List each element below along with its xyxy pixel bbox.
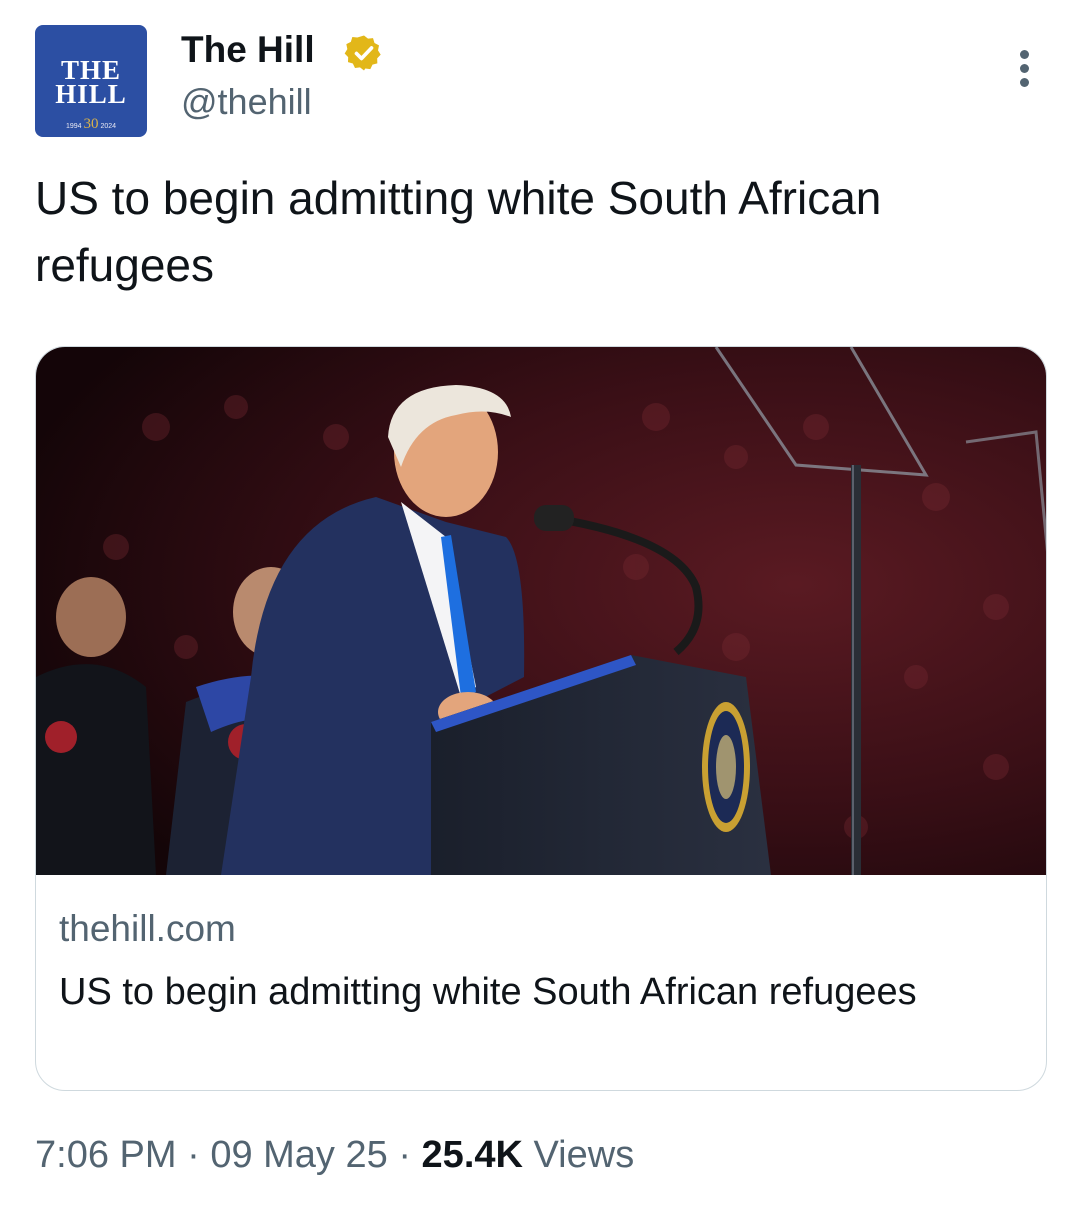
logo-anniversary: 30 <box>83 116 99 132</box>
tweet-meta: 7:06 PM · 09 May 25 · 25.4K Views <box>35 1133 634 1179</box>
link-card[interactable]: thehill.com US to begin admitting white … <box>35 346 1047 1091</box>
display-name[interactable]: The Hill <box>181 29 315 71</box>
handle[interactable]: @thehill <box>181 82 312 122</box>
views-label[interactable]: Views <box>534 1134 635 1176</box>
news-photo-image[interactable] <box>36 347 1047 875</box>
more-options-icon[interactable] <box>1012 50 1036 90</box>
card-title[interactable]: US to begin admitting white South Africa… <box>59 964 939 1020</box>
tweet-text: US to begin admitting white South Africa… <box>35 172 882 291</box>
avatar[interactable]: THE HILL 1994 30 2024 <box>35 25 147 137</box>
views-count[interactable]: 25.4K <box>422 1134 523 1176</box>
verified-badge-icon[interactable] <box>344 33 384 73</box>
meta-separator: · <box>187 1134 200 1176</box>
tweet-time[interactable]: 7:06 PM <box>35 1134 177 1176</box>
avatar-logo-line2: HILL <box>55 79 127 109</box>
card-domain[interactable]: thehill.com <box>59 907 236 951</box>
tweet-date[interactable]: 09 May 25 <box>210 1134 387 1176</box>
avatar-logo-years: 1994 30 2024 <box>35 117 147 132</box>
logo-year-end: 2024 <box>100 123 117 130</box>
meta-separator: · <box>398 1134 411 1176</box>
logo-year-start: 1994 <box>65 123 82 130</box>
